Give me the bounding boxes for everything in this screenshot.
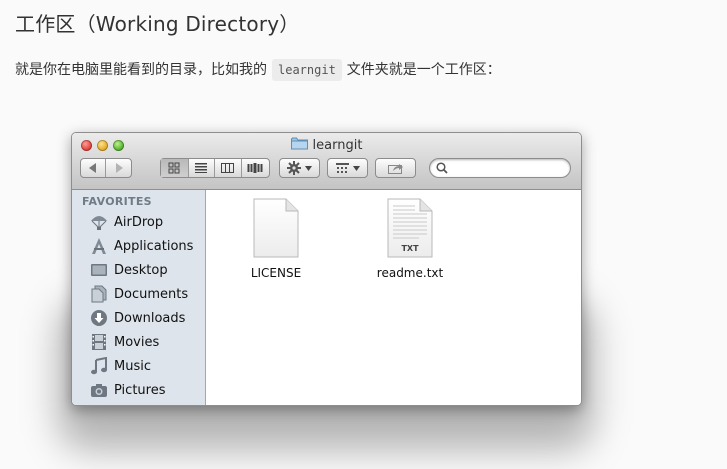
- sidebar-item-desktop[interactable]: Desktop: [90, 259, 168, 281]
- share-button[interactable]: [375, 158, 416, 178]
- back-arrow-icon: [89, 163, 96, 173]
- document-icon: [253, 198, 299, 258]
- pictures-icon: [90, 381, 108, 399]
- window-title-text: learngit: [312, 138, 363, 153]
- documents-icon: [90, 285, 108, 303]
- finder-window: learngit FAVORITES AirDrop Applications …: [71, 132, 582, 406]
- sidebar-item-documents[interactable]: Documents: [90, 283, 188, 305]
- sidebar-item-applications[interactable]: Applications: [90, 235, 193, 257]
- arrange-grid-icon: [335, 162, 349, 173]
- forward-button[interactable]: [106, 159, 131, 177]
- window-title: learngit: [72, 137, 581, 154]
- text-document-icon: TXT: [387, 198, 433, 258]
- back-button[interactable]: [81, 159, 107, 177]
- downloads-icon: [90, 309, 108, 327]
- coverflow-view-icon: [247, 163, 263, 173]
- sidebar-item-label: Documents: [114, 286, 189, 302]
- page-heading: 工作区（Working Directory）: [15, 12, 300, 36]
- column-view-icon: [221, 163, 235, 173]
- sidebar-item-label: Applications: [114, 238, 194, 254]
- movies-icon: [90, 333, 108, 351]
- file-browser-content: LICENSE TXT readme.txt: [206, 190, 581, 405]
- sidebar-item-music[interactable]: Music: [90, 355, 151, 377]
- sidebar-item-label: Movies: [114, 334, 160, 350]
- sidebar-item-movies[interactable]: Movies: [90, 331, 159, 353]
- inline-code-folder: learngit: [272, 59, 342, 81]
- file-type-badge: TXT: [401, 244, 419, 253]
- sidebar-item-pictures[interactable]: Pictures: [90, 379, 165, 401]
- icon-view-icon: [168, 162, 180, 174]
- sidebar-item-label: Downloads: [114, 310, 186, 326]
- file-name: readme.txt: [376, 266, 444, 280]
- chevron-down-icon: [352, 165, 360, 171]
- file-item[interactable]: LICENSE: [236, 198, 316, 280]
- sidebar-item-label: Desktop: [114, 262, 168, 278]
- view-mode-control: [160, 158, 270, 178]
- paragraph-text-after: 文件夹就是一个工作区：: [346, 62, 501, 78]
- search-field[interactable]: [429, 158, 571, 178]
- folder-icon: [290, 137, 308, 154]
- icon-view-button[interactable]: [161, 159, 189, 177]
- favorites-section-label: FAVORITES: [82, 195, 152, 208]
- file-name: LICENSE: [250, 266, 302, 280]
- gear-icon: [287, 161, 301, 175]
- sidebar-item-airdrop[interactable]: AirDrop: [90, 211, 163, 233]
- arrange-menu-button[interactable]: [327, 158, 368, 178]
- title-toolbar: learngit: [72, 133, 581, 190]
- column-view-button[interactable]: [215, 159, 242, 177]
- action-menu-button[interactable]: [279, 158, 320, 178]
- desktop-icon: [90, 261, 108, 279]
- list-view-button[interactable]: [189, 159, 216, 177]
- search-icon: [436, 162, 448, 174]
- description-paragraph: 就是你在电脑里能看到的目录，比如我的 learngit 文件夹就是一个工作区：: [15, 58, 501, 82]
- coverflow-view-button[interactable]: [242, 159, 269, 177]
- applications-icon: [90, 237, 108, 255]
- finder-sidebar: FAVORITES AirDrop Applications Desktop D…: [72, 190, 206, 405]
- back-forward-control: [80, 158, 132, 178]
- sidebar-item-label: Music: [114, 358, 151, 374]
- file-item[interactable]: TXT readme.txt: [370, 198, 450, 280]
- sidebar-item-downloads[interactable]: Downloads: [90, 307, 185, 329]
- list-view-icon: [195, 163, 208, 173]
- paragraph-text-before: 就是你在电脑里能看到的目录，比如我的: [15, 62, 267, 78]
- sidebar-item-label: AirDrop: [114, 214, 164, 230]
- music-icon: [90, 357, 108, 375]
- forward-arrow-icon: [115, 163, 123, 173]
- sidebar-item-label: Pictures: [114, 382, 166, 398]
- chevron-down-icon: [305, 165, 312, 171]
- share-icon: [387, 164, 403, 174]
- airdrop-icon: [90, 213, 108, 231]
